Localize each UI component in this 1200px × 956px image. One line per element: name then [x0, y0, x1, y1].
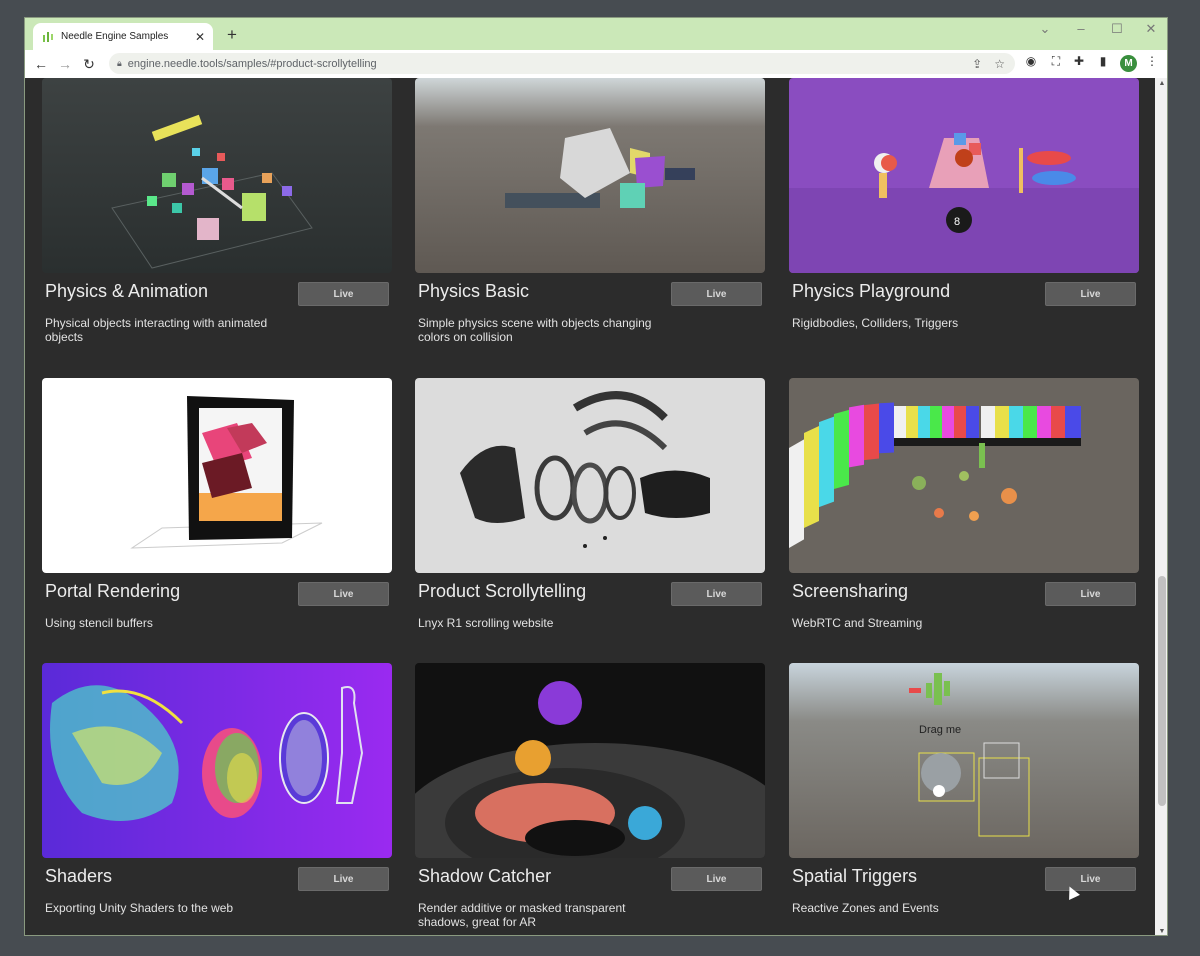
- thumbnail-physics-basic[interactable]: [415, 78, 765, 273]
- sample-card-spatial-triggers: Drag me Spatial Triggers Live Reactive Z…: [789, 663, 1139, 915]
- live-button[interactable]: Live: [1045, 582, 1136, 606]
- sample-description: Rigidbodies, Colliders, Triggers: [792, 316, 959, 330]
- live-button[interactable]: Live: [1045, 867, 1136, 891]
- thumbnail-physics-animation[interactable]: [42, 78, 392, 273]
- sample-card-physics-playground: 8 Physics Playground Live Rigidbodies, C…: [789, 78, 1139, 330]
- sample-description: Exporting Unity Shaders to the web: [45, 901, 234, 915]
- sample-title: Portal Rendering: [45, 581, 181, 601]
- sample-title: Physics & Animation: [45, 281, 209, 301]
- sample-card-product-scrollytelling: Product Scrollytelling Live Lnyx R1 scro…: [415, 378, 765, 630]
- sample-card-portal-rendering: Portal Rendering Live Using stencil buff…: [42, 378, 392, 630]
- thumbnail-physics-playground[interactable]: 8: [789, 78, 1139, 273]
- close-window-button[interactable]: ✕: [1136, 21, 1166, 37]
- live-button[interactable]: Live: [298, 582, 389, 606]
- live-button[interactable]: Live: [298, 282, 389, 306]
- share-icon[interactable]: ⇪: [972, 57, 982, 71]
- sample-card-screensharing: Screensharing Live WebRTC and Streaming: [789, 378, 1139, 630]
- thumbnail-spatial-triggers[interactable]: Drag me: [789, 663, 1139, 858]
- thumbnail-shaders[interactable]: [42, 663, 392, 858]
- page-scrollbar[interactable]: ▲ ▼: [1155, 78, 1167, 935]
- sample-title: Screensharing: [792, 581, 909, 601]
- close-tab-icon[interactable]: ✕: [195, 30, 205, 44]
- screenshot-icon[interactable]: ⛶: [1045, 54, 1067, 69]
- sample-title: Product Scrollytelling: [418, 581, 587, 601]
- browser-toolbar: ← → ↻ 🔒︎ engine.needle.tools/samples/#pr…: [25, 50, 1167, 78]
- address-bar[interactable]: 🔒︎ engine.needle.tools/samples/#product-…: [109, 53, 1015, 74]
- menu-kebab-icon[interactable]: ⋮: [1141, 54, 1163, 68]
- sample-description: Lnyx R1 scrolling website: [418, 616, 554, 630]
- url-text: engine.needle.tools/samples/#product-scr…: [127, 57, 377, 70]
- bookmark-star-icon[interactable]: ☆: [994, 57, 1005, 71]
- minimize-button[interactable]: –: [1066, 21, 1096, 36]
- live-button[interactable]: Live: [298, 867, 389, 891]
- tab-strip: Needle Engine Samples ✕ + ⌄ – ☐ ✕: [25, 18, 1167, 50]
- tab-title: Needle Engine Samples: [61, 31, 169, 42]
- samples-page: Physics & Animation Live Physical object…: [25, 78, 1155, 935]
- thumbnail-shadow-catcher[interactable]: [415, 663, 765, 858]
- thumbnail-product-scrollytelling[interactable]: [415, 378, 765, 573]
- browser-window: Needle Engine Samples ✕ + ⌄ – ☐ ✕ ← → ↻ …: [24, 17, 1168, 936]
- sample-card-physics-basic: Physics Basic Live Simple physics scene …: [415, 78, 765, 344]
- live-button[interactable]: Live: [671, 867, 762, 891]
- extension-icon[interactable]: ◉: [1020, 54, 1042, 68]
- live-button[interactable]: Live: [671, 582, 762, 606]
- scroll-down-icon[interactable]: ▼: [1155, 928, 1167, 935]
- new-tab-button[interactable]: +: [221, 25, 243, 45]
- lock-icon: 🔒︎: [117, 58, 122, 68]
- sample-card-shadow-catcher: Shadow Catcher Live Render additive or m…: [415, 663, 765, 929]
- drag-me-label: Drag me: [919, 724, 961, 736]
- sample-title: Spatial Triggers: [792, 866, 918, 886]
- scroll-thumb[interactable]: [1158, 576, 1166, 806]
- sample-description: WebRTC and Streaming: [792, 616, 923, 630]
- scroll-up-icon[interactable]: ▲: [1155, 80, 1167, 87]
- sample-description: Using stencil buffers: [45, 616, 153, 630]
- extensions-puzzle-icon[interactable]: ✚: [1068, 54, 1090, 68]
- svg-text:8: 8: [954, 216, 960, 228]
- live-button[interactable]: Live: [1045, 282, 1136, 306]
- sample-title: Shadow Catcher: [418, 866, 552, 886]
- live-button[interactable]: Live: [671, 282, 762, 306]
- side-panel-icon[interactable]: ▮: [1092, 54, 1114, 68]
- thumbnail-portal-rendering[interactable]: [42, 378, 392, 573]
- needle-logo-icon: [43, 31, 53, 42]
- tab-search-chevron-icon[interactable]: ⌄: [1030, 21, 1060, 37]
- sample-title: Physics Basic: [418, 281, 530, 301]
- sample-description: Physical objects interacting with animat…: [45, 316, 268, 344]
- back-arrow-icon[interactable]: ←: [29, 56, 53, 72]
- maximize-button[interactable]: ☐: [1102, 21, 1132, 37]
- sample-description: Simple physics scene with objects changi…: [418, 316, 652, 344]
- avatar[interactable]: M: [1120, 55, 1137, 72]
- thumbnail-screensharing[interactable]: [789, 378, 1139, 573]
- sample-card-shaders: Shaders Live Exporting Unity Shaders to …: [42, 663, 392, 915]
- sample-description: Render additive or masked transparent sh…: [418, 901, 626, 929]
- sample-title: Physics Playground: [792, 281, 951, 301]
- sample-title: Shaders: [45, 866, 113, 886]
- sample-description: Reactive Zones and Events: [792, 901, 939, 915]
- browser-tab[interactable]: Needle Engine Samples ✕: [33, 23, 213, 50]
- sample-card-physics-animation: Physics & Animation Live Physical object…: [42, 78, 392, 344]
- reload-icon[interactable]: ↻: [77, 56, 101, 73]
- forward-arrow-icon[interactable]: →: [53, 56, 77, 72]
